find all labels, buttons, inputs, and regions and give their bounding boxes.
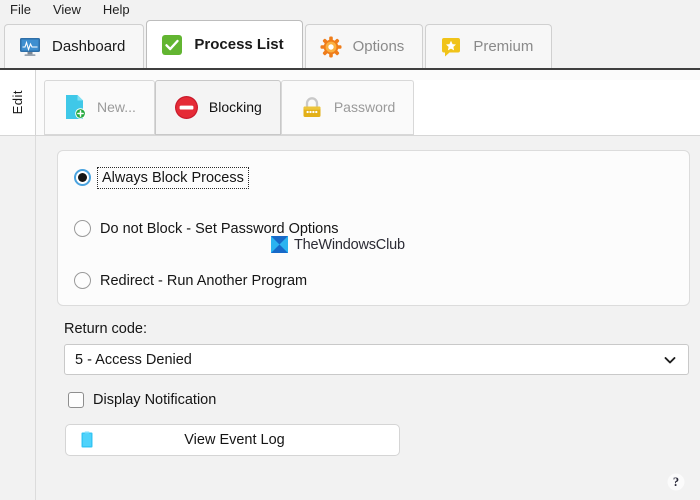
tab-dashboard-label: Dashboard bbox=[52, 38, 126, 55]
display-notification-label: Display Notification bbox=[93, 392, 217, 408]
main-tab-strip: Dashboard Process List Options Premium bbox=[0, 20, 700, 70]
subtab-blocking[interactable]: Blocking bbox=[154, 79, 281, 135]
star-speech-bubble-icon bbox=[440, 36, 462, 58]
subtab-new[interactable]: New... bbox=[44, 79, 155, 135]
sub-tab-filler bbox=[414, 79, 700, 135]
view-event-log-button[interactable]: View Event Log bbox=[65, 424, 400, 456]
tab-dashboard[interactable]: Dashboard bbox=[4, 24, 145, 68]
radio-do-not-block-indicator[interactable] bbox=[74, 220, 91, 237]
edit-side-label[interactable]: Edit bbox=[0, 70, 36, 135]
gear-icon bbox=[320, 36, 342, 58]
green-check-icon bbox=[161, 34, 183, 56]
return-code-select[interactable]: 5 - Access Denied bbox=[64, 344, 689, 375]
left-rail bbox=[0, 136, 36, 500]
menu-item-help[interactable]: Help bbox=[101, 0, 132, 20]
tab-process-list[interactable]: Process List bbox=[146, 20, 303, 68]
watermark: TheWindowsClub bbox=[271, 236, 405, 253]
subtab-password[interactable]: Password bbox=[280, 79, 415, 135]
radio-do-not-block-label: Do not Block - Set Password Options bbox=[100, 220, 339, 237]
subtab-new-label: New... bbox=[97, 99, 136, 115]
return-code-value: 5 - Access Denied bbox=[75, 351, 192, 368]
subtab-blocking-label: Blocking bbox=[208, 99, 262, 115]
blocking-panel: Always Block Process Do not Block - Set … bbox=[0, 136, 700, 500]
radio-always-block-label: Always Block Process bbox=[97, 166, 249, 189]
new-document-icon bbox=[63, 94, 87, 120]
thewindowsclub-logo bbox=[271, 236, 288, 253]
tab-options-label: Options bbox=[352, 38, 405, 55]
log-document-icon bbox=[78, 431, 96, 449]
display-notification-box[interactable] bbox=[68, 392, 84, 408]
menu-item-view[interactable]: View bbox=[51, 0, 83, 20]
radio-redirect[interactable]: Redirect - Run Another Program bbox=[74, 272, 307, 289]
block-mode-group: Always Block Process Do not Block - Set … bbox=[57, 150, 690, 306]
svg-text:?: ? bbox=[673, 475, 679, 489]
display-notification-checkbox[interactable]: Display Notification bbox=[68, 392, 216, 408]
menu-bar: File View Help bbox=[0, 0, 700, 20]
return-code-label: Return code: bbox=[64, 321, 148, 337]
help-button[interactable]: ? bbox=[666, 472, 686, 492]
question-mark-icon: ? bbox=[667, 473, 685, 491]
sub-tab-list: New... Blocking Password bbox=[36, 70, 700, 135]
chevron-down-icon[interactable] bbox=[662, 352, 678, 368]
tab-premium-label: Premium bbox=[473, 38, 534, 55]
tab-process-list-label: Process List bbox=[194, 36, 284, 53]
menu-item-file[interactable]: File bbox=[8, 0, 33, 20]
view-event-log-label: View Event Log bbox=[184, 432, 285, 448]
radio-always-block[interactable]: Always Block Process bbox=[74, 166, 249, 189]
watermark-text: TheWindowsClub bbox=[294, 236, 405, 253]
sub-tab-row: Edit New... Blocking Password bbox=[0, 70, 700, 136]
radio-redirect-label: Redirect - Run Another Program bbox=[100, 272, 308, 289]
no-entry-icon bbox=[174, 95, 199, 120]
radio-always-block-indicator[interactable] bbox=[74, 169, 91, 186]
radio-redirect-indicator[interactable] bbox=[74, 272, 91, 289]
subtab-password-label: Password bbox=[333, 99, 396, 115]
tab-premium[interactable]: Premium bbox=[425, 24, 553, 68]
monitor-waveform-icon bbox=[19, 37, 41, 57]
padlock-icon bbox=[300, 95, 324, 120]
edit-side-label-text: Edit bbox=[10, 90, 25, 115]
radio-do-not-block[interactable]: Do not Block - Set Password Options bbox=[74, 220, 339, 237]
tab-options[interactable]: Options bbox=[304, 24, 424, 68]
